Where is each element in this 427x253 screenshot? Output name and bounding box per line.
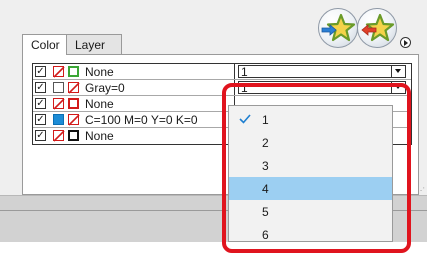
value-dropdown-list[interactable]: 1 2 3 4 5 6 — [228, 105, 393, 242]
value-select[interactable]: 1 — [238, 81, 406, 95]
row-name: None — [85, 65, 114, 79]
table-row[interactable]: ✓ Gray=0 1 — [33, 80, 411, 96]
dropdown-option-highlighted[interactable]: 4 — [229, 177, 392, 200]
none-swatch-icon — [53, 130, 65, 142]
none-swatch-icon — [53, 66, 65, 78]
checkmark-icon — [239, 114, 251, 124]
none-swatch-icon — [68, 114, 80, 126]
tab-layer-label: Layer — [75, 38, 106, 52]
select-value: 1 — [241, 65, 248, 79]
row-checkbox[interactable]: ✓ — [35, 66, 46, 77]
green-square-icon — [68, 66, 79, 77]
select-value: 1 — [241, 81, 248, 95]
empty-swatch-icon — [53, 82, 64, 93]
table-row[interactable]: ✓ None 1 — [33, 64, 411, 80]
colors-layers-panel: Layer Color ✓ None 1 ✓ Gray=0 1 ✓ None ✓… — [0, 0, 427, 253]
chevron-down-icon[interactable] — [391, 65, 405, 78]
none-swatch-icon — [53, 98, 65, 110]
column-divider — [234, 80, 235, 95]
row-name: C=100 M=0 Y=0 K=0 — [85, 113, 198, 127]
black-square-icon — [68, 130, 79, 141]
resize-grip-icon[interactable]: ⋰ — [417, 186, 425, 195]
tab-layer[interactable]: Layer — [66, 34, 122, 54]
option-label: 6 — [262, 228, 269, 242]
option-label: 1 — [262, 113, 269, 127]
star-export-button[interactable] — [357, 8, 397, 48]
option-label: 3 — [262, 159, 269, 173]
dropdown-option[interactable]: 2 — [229, 131, 392, 154]
dropdown-option[interactable]: 6 — [229, 223, 392, 242]
cyan-swatch-icon — [53, 114, 64, 125]
row-checkbox[interactable]: ✓ — [35, 82, 46, 93]
row-checkbox[interactable]: ✓ — [35, 114, 46, 125]
star-import-icon — [321, 13, 356, 42]
row-checkbox[interactable]: ✓ — [35, 130, 46, 141]
tab-color[interactable]: Color — [22, 34, 67, 55]
red-square-icon — [68, 98, 79, 109]
row-checkbox[interactable]: ✓ — [35, 98, 46, 109]
chevron-down-icon[interactable] — [391, 81, 405, 94]
dropdown-option[interactable]: 5 — [229, 200, 392, 223]
column-divider — [234, 64, 235, 79]
row-name: Gray=0 — [85, 81, 125, 95]
none-swatch-icon — [68, 82, 80, 94]
star-import-button[interactable] — [318, 8, 358, 48]
dropdown-option[interactable]: 1 — [229, 108, 392, 131]
row-name: None — [85, 129, 114, 143]
tab-color-label: Color — [31, 38, 60, 52]
panel-menu-icon[interactable] — [400, 37, 411, 48]
option-label: 4 — [262, 182, 269, 196]
dropdown-option[interactable]: 3 — [229, 154, 392, 177]
row-name: None — [85, 97, 114, 111]
option-label: 2 — [262, 136, 269, 150]
star-export-icon — [361, 13, 395, 42]
option-label: 5 — [262, 205, 269, 219]
value-select[interactable]: 1 — [238, 65, 406, 79]
